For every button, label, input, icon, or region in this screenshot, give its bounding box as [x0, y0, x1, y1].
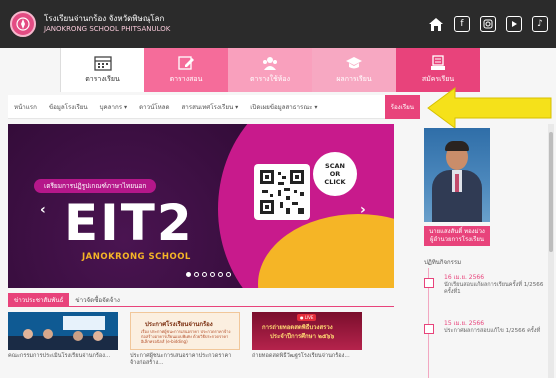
youtube-icon[interactable] [506, 16, 522, 32]
annotation-arrow [427, 87, 552, 129]
school-logo[interactable] [10, 11, 36, 37]
news-card[interactable]: คณะกรรมการประเมินโรงเรียนจ่านกร้อง... [8, 312, 118, 367]
slide-dot[interactable] [202, 272, 207, 277]
tile-teaching-schedule[interactable]: ตารางสอน [144, 48, 228, 92]
social-icons: f ♪ [428, 16, 548, 32]
news-caption: ประกาศผู้ชนะการเสนอราคาประกวดราคาจ้างก่อ… [130, 353, 232, 366]
school-name-english: JANOKRONG SCHOOL PHITSANULOK [44, 25, 171, 33]
top-header: โรงเรียนจ่านกร้อง จังหวัดพิษณุโลก JANOKR… [0, 0, 556, 48]
tiktok-icon[interactable]: ♪ [532, 16, 548, 32]
school-emblem-icon [16, 17, 30, 31]
thumbnail-subtitle: ประจำปีการศึกษา ๒๕๖๖ [270, 333, 335, 340]
slide-dot[interactable] [186, 272, 191, 277]
tile-label: ตารางใช้ห้อง [250, 75, 290, 83]
slide-dot[interactable] [218, 272, 223, 277]
tab-procurement-news[interactable]: ข่าวจัดซื้อจัดจ้าง [69, 293, 126, 307]
menu-item-download[interactable]: ดาวน์โหลด [133, 95, 175, 119]
director-caption: นายแสงสันติ์ ทองม่วง ผู้อำนวยการโรงเรียน [424, 226, 490, 246]
tile-label: สมัครเรียน [421, 75, 455, 83]
banner-headline: EIT2 [64, 194, 194, 252]
tile-grades[interactable]: ผลการเรียน [312, 48, 396, 92]
tab-pr-news[interactable]: ข่าวประชาสัมพันธ์ [8, 293, 70, 307]
graduation-icon [346, 57, 362, 69]
thumbnail-subtitle: เรื่อง ประกาศผู้ชนะการเสนอราคา ประกวดราค… [141, 329, 231, 344]
instagram-icon[interactable] [480, 16, 496, 32]
event-text: ประกาศผลการสอบแก้ไข 1/2566 ครั้งที่ [444, 328, 541, 334]
home-icon[interactable] [428, 16, 444, 32]
news-thumbnail[interactable]: ประกาศโรงเรียนจ่านกร้อง เรื่อง ประกาศผู้… [130, 312, 240, 350]
tile-label: ตารางเรียน [85, 75, 120, 83]
group-icon [263, 57, 277, 70]
news-thumbnail[interactable] [8, 312, 118, 350]
director-card[interactable]: นายแสงสันติ์ ทองม่วง ผู้อำนวยการโรงเรียน [424, 128, 490, 248]
scrollbar[interactable] [548, 124, 554, 378]
tile-label: ตารางสอน [169, 75, 203, 83]
calendar-heading: ปฏิทินกิจกรรม [424, 259, 462, 266]
school-name-thai: โรงเรียนจ่านกร้อง จังหวัดพิษณุโลก [44, 14, 165, 23]
event-marker [424, 324, 434, 334]
scrollbar-thumb[interactable] [549, 132, 553, 252]
news-card[interactable]: ประกาศโรงเรียนจ่านกร้อง เรื่อง ประกาศผู้… [130, 312, 240, 367]
director-photo [424, 128, 490, 222]
menu-item-complaint[interactable]: ร้องเรียน [384, 94, 420, 119]
event-marker [424, 278, 434, 288]
live-badge: ● LIVE [297, 314, 317, 321]
news-card[interactable]: ● LIVE การถ่ายทอดสดพิธีบวงสรวง ประจำปีกา… [252, 312, 362, 367]
banner-next-button[interactable]: › [360, 202, 366, 218]
news-thumbnail[interactable]: ● LIVE การถ่ายทอดสดพิธีบวงสรวง ประจำปีกา… [252, 312, 362, 350]
event-date: 16 เม.ย. 2566 [444, 274, 485, 281]
qr-code[interactable] [254, 164, 310, 220]
menu-item-personnel[interactable]: บุคลากร ▾ [94, 95, 133, 119]
director-name: นายแสงสันติ์ ทองม่วง [429, 228, 485, 235]
menu-item-public-data[interactable]: เปิดเผยข้อมูลสาธารณะ ▾ [244, 95, 323, 119]
register-icon [431, 55, 445, 70]
thumbnail-title: ประกาศโรงเรียนจ่านกร้อง [145, 321, 213, 328]
director-tie [455, 174, 459, 192]
banner-pill: เตรียมการปฏิรูปเกณฑ์ภาษาไทยนอก [34, 179, 157, 193]
director-hair [445, 141, 469, 151]
hero-banner[interactable]: เตรียมการปฏิรูปเกณฑ์ภาษาไทยนอก EIT2 JANO… [8, 124, 394, 288]
facebook-icon[interactable]: f [454, 16, 470, 32]
slide-dot[interactable] [194, 272, 199, 277]
tile-room-schedule[interactable]: ตารางใช้ห้อง [228, 48, 312, 92]
or-label: OR [329, 170, 341, 178]
calendar-icon [93, 56, 112, 71]
event-date: 15 เม.ย. 2566 [444, 320, 485, 327]
secondary-menu: หน้าแรก ข้อมูลโรงเรียน บุคลากร ▾ ดาวน์โห… [8, 94, 420, 119]
news-caption: คณะกรรมการประเมินโรงเรียนจ่านกร้อง... [8, 353, 111, 359]
qr-code-icon [260, 170, 304, 214]
slide-dot[interactable] [210, 272, 215, 277]
news-caption: ถ่ายทอดสดพิธีวัฒฐรโรงเรียนจ่านกร้อง... [252, 353, 350, 359]
scan-or-click-badge[interactable]: SCAN OR CLICK [313, 152, 357, 196]
main-nav-tiles: ตารางเรียน ตารางสอน ตารางใช้ห้อง ผลการเร… [60, 48, 481, 92]
tile-label: ผลการเรียน [336, 75, 372, 83]
edit-icon [178, 56, 194, 70]
meeting-photo [8, 312, 118, 350]
menu-item-school-info[interactable]: ข้อมูลโรงเรียน [43, 95, 94, 119]
slide-dot[interactable] [226, 272, 231, 277]
event-text: นักเรียนสอบแก้ผลการเรียนครั้งที่ 1/2566 … [444, 282, 544, 295]
click-label: CLICK [324, 178, 346, 186]
menu-item-home[interactable]: หน้าแรก [8, 95, 43, 119]
director-title: ผู้อำนวยการโรงเรียน [430, 236, 484, 243]
banner-school-name: JANOKRONG SCHOOL [82, 252, 191, 262]
news-list: คณะกรรมการประเมินโรงเรียนจ่านกร้อง... ปร… [8, 312, 362, 367]
school-name[interactable]: โรงเรียนจ่านกร้อง จังหวัดพิษณุโลก JANOKR… [44, 13, 170, 35]
banner-prev-button[interactable]: ‹ [40, 202, 46, 218]
page: โรงเรียนจ่านกร้อง จังหวัดพิษณุโลก JANOKR… [0, 0, 556, 378]
news-tabs: ข่าวประชาสัมพันธ์ ข่าวจัดซื้อจัดจ้าง [8, 293, 394, 307]
scan-label: SCAN [325, 162, 345, 170]
menu-item-information[interactable]: สารสนเทศโรงเรียน ▾ [176, 95, 245, 119]
banner-pagination [186, 272, 231, 277]
tile-class-schedule[interactable]: ตารางเรียน [60, 48, 144, 92]
